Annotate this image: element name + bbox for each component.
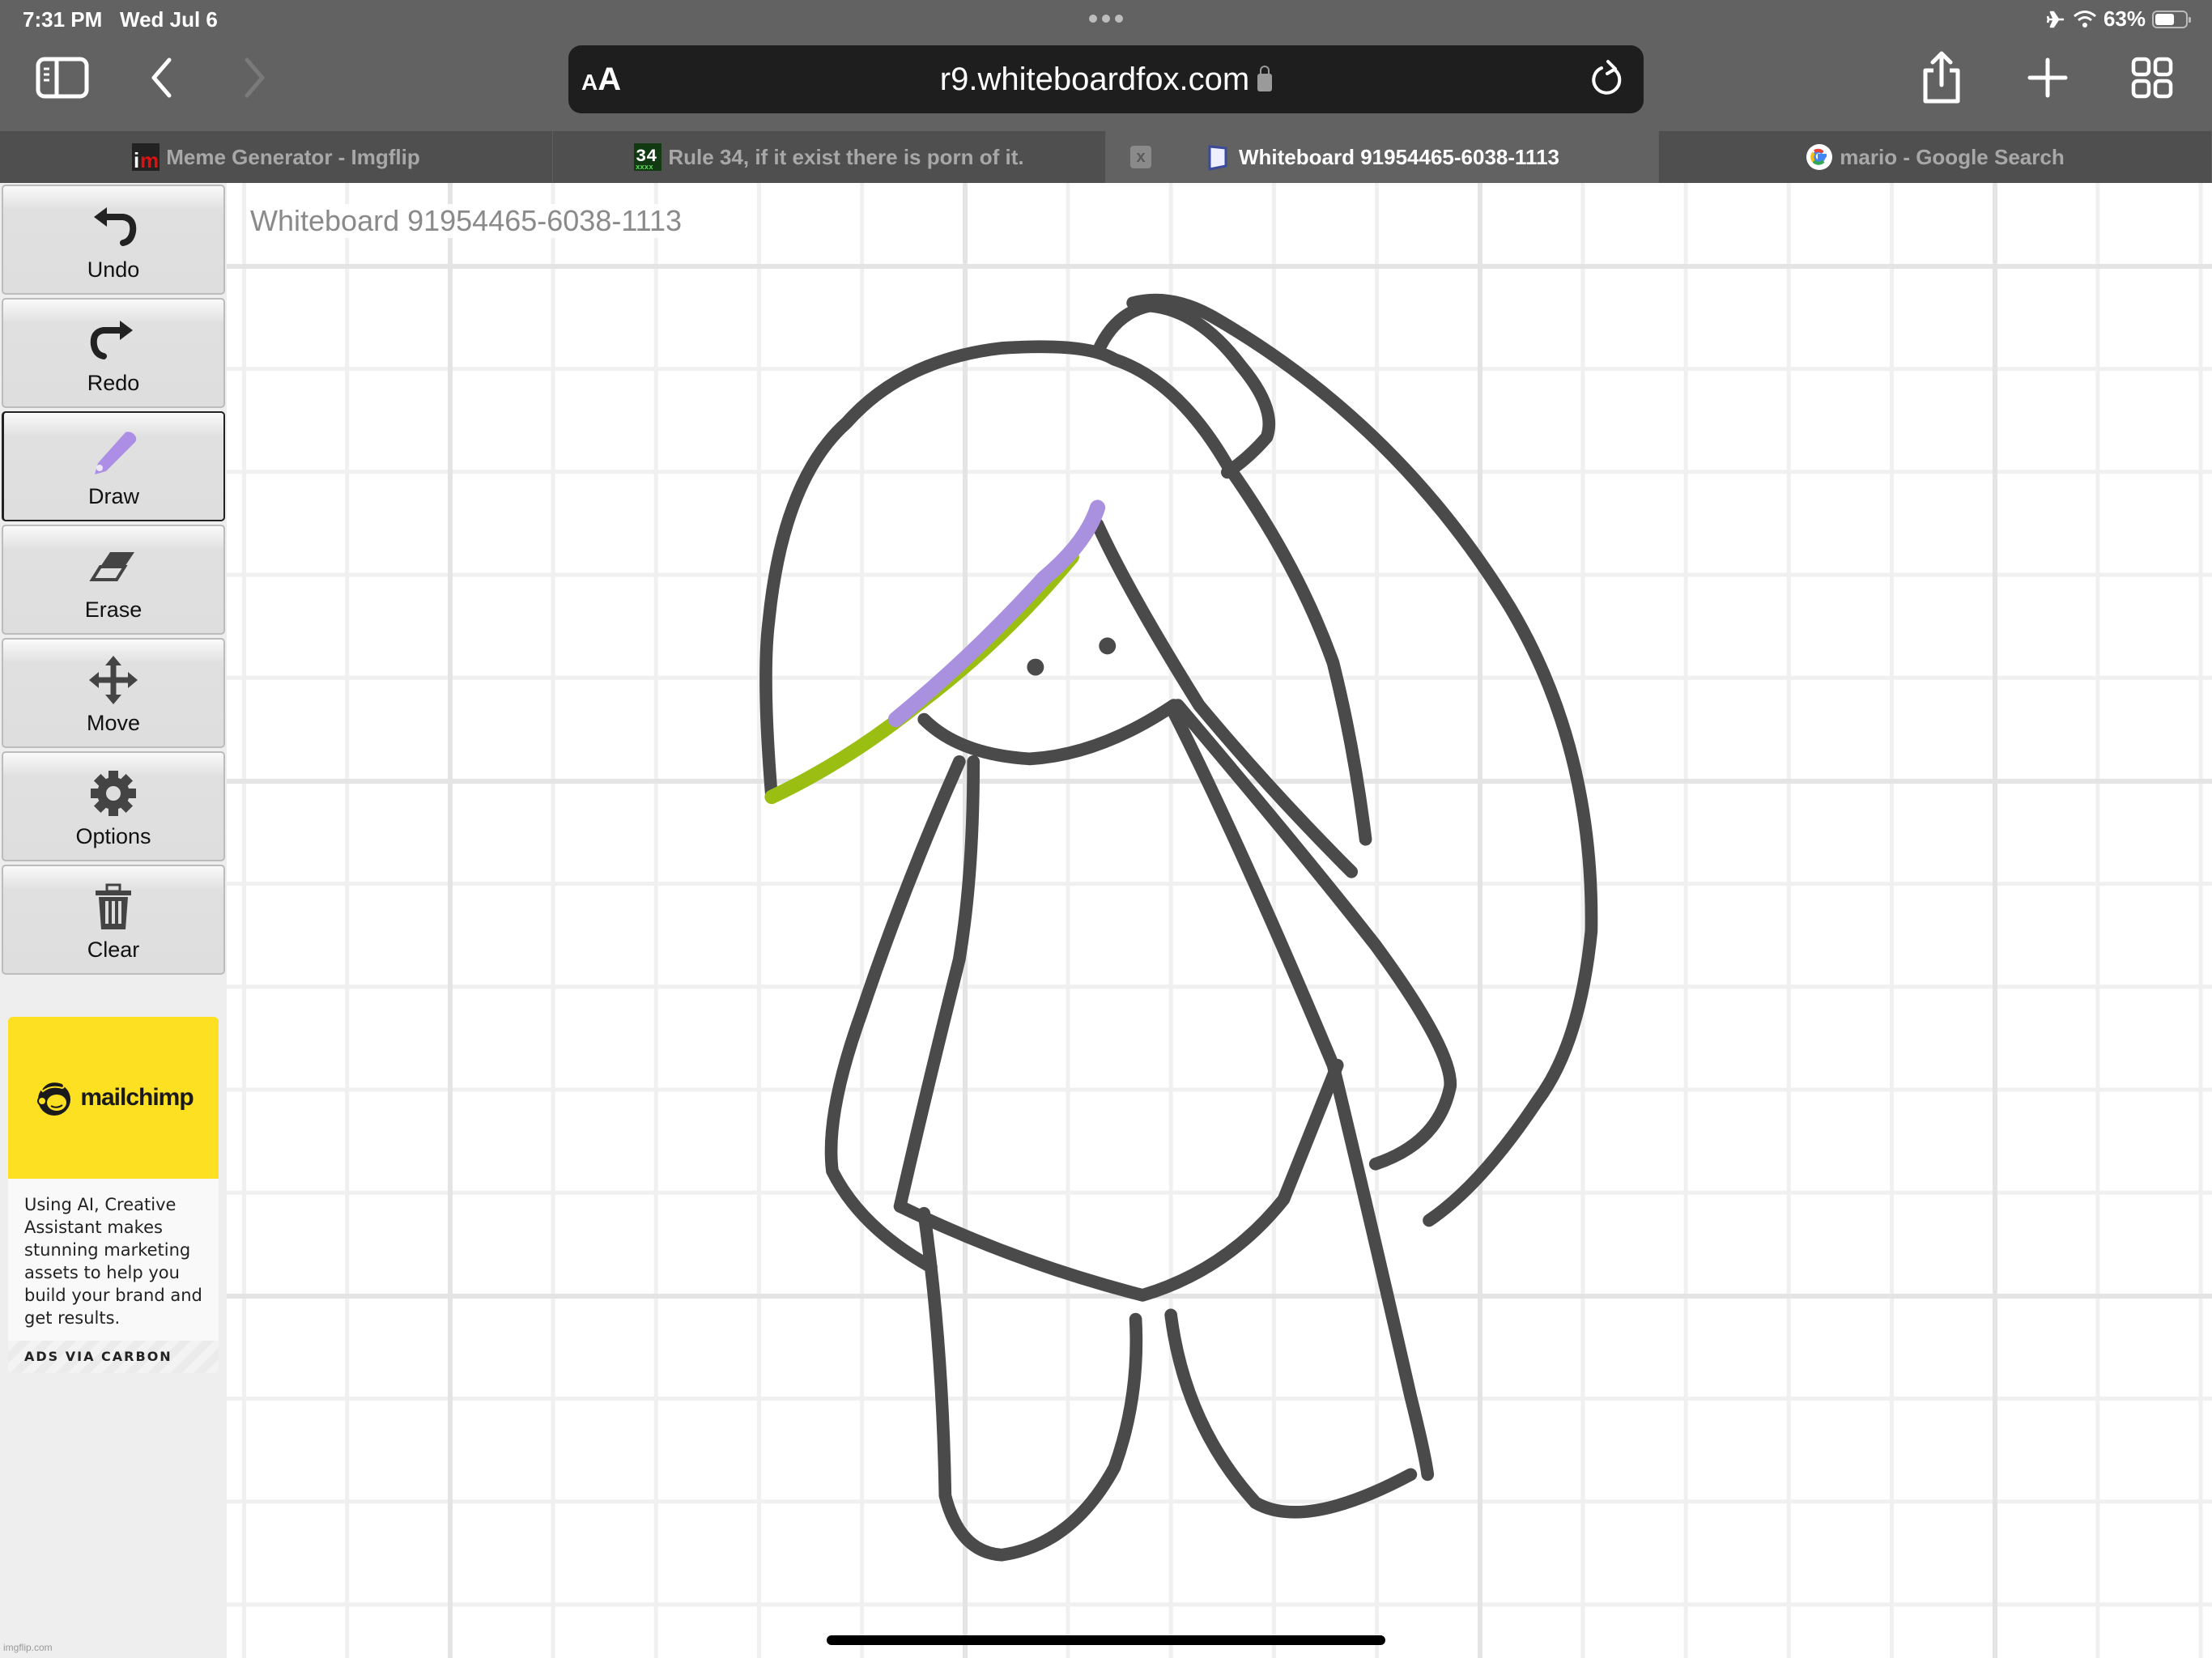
home-indicator[interactable] (827, 1635, 1385, 1645)
new-tab-button[interactable] (2027, 45, 2068, 110)
whiteboard-page: Whiteboard 91954465-6038-1113 Undo Redo … (0, 183, 2212, 1658)
carbon-ad[interactable]: mailchimp Using AI, Creative Assistant m… (8, 1017, 219, 1373)
imgflip-watermark: imgflip.com (3, 1642, 53, 1653)
battery-icon (2152, 10, 2191, 28)
eraser-icon (89, 552, 134, 581)
whiteboard-title: Whiteboard 91954465-6038-1113 (247, 204, 686, 238)
back-button[interactable] (149, 45, 173, 110)
tab-google-mario[interactable]: mario - Google Search (1659, 131, 2212, 183)
eye-left (1027, 658, 1044, 676)
whiteboard-favicon (1208, 145, 1227, 171)
stroke-hair-top (1108, 353, 1372, 846)
svg-text:i: i (134, 148, 139, 171)
status-bar: 7:31 PM Wed Jul 6 63% (0, 0, 2212, 37)
stroke-dress-hem (893, 1058, 1344, 1302)
svg-text:xxxx: xxxx (636, 164, 653, 171)
imgflip-favicon: im (132, 143, 160, 171)
drawing[interactable] (0, 183, 2212, 1658)
tab-rule34[interactable]: 34 xxxx Rule 34, if it exist there is por… (553, 131, 1106, 183)
ad-brand: mailchimp (80, 1084, 194, 1111)
sidebar-toggle-button[interactable] (36, 45, 89, 110)
erase-button[interactable]: Erase (2, 525, 225, 635)
tab-title: Meme Generator - Imgflip (166, 144, 420, 169)
status-time: 7:31 PM (23, 7, 103, 32)
browser-toolbar: AA r9.whiteboardfox.com (0, 37, 2212, 131)
move-icon (89, 656, 138, 704)
url-text: r9.whiteboardfox.com (939, 62, 1250, 97)
gear-icon (91, 771, 136, 816)
google-favicon (1806, 144, 1833, 170)
tab-title: mario - Google Search (1840, 144, 2065, 169)
stroke-chin (917, 699, 1180, 766)
ads-via-carbon-link[interactable]: ADS VIA CARBON (8, 1341, 219, 1373)
airplane-mode-icon (2046, 11, 2064, 28)
undo-icon (94, 207, 137, 246)
undo-button[interactable]: Undo (2, 185, 225, 295)
address-bar[interactable]: AA r9.whiteboardfox.com (568, 45, 1644, 113)
options-button[interactable]: Options (2, 751, 225, 861)
mailchimp-logo-icon (37, 1081, 71, 1116)
wifi-icon (2073, 10, 2096, 28)
forward-icon (245, 57, 265, 98)
reload-button[interactable] (1590, 58, 1626, 103)
trash-icon (96, 883, 131, 929)
share-icon (1923, 51, 1960, 104)
reload-icon (1592, 60, 1622, 95)
status-indicators: 63% (2045, 6, 2191, 32)
rule34-favicon: 34xxxx (634, 143, 662, 171)
tab-title: Rule 34, if it exist there is porn of it… (668, 144, 1024, 169)
eye-right (1099, 637, 1117, 655)
redo-button[interactable]: Redo (2, 298, 225, 408)
ad-banner[interactable]: mailchimp (8, 1017, 219, 1179)
multitasking-dots[interactable] (1089, 15, 1123, 23)
sidebar-icon (36, 57, 89, 99)
forward-button[interactable] (243, 45, 267, 110)
stroke-dress-right (1326, 1058, 1435, 1482)
stroke-leg-right (1164, 1308, 1418, 1519)
tab-imgflip[interactable]: im Meme Generator - Imgflip (0, 131, 553, 183)
tool-sidebar: Undo Redo Draw Erase Move Options Clear … (0, 183, 227, 1658)
stroke-bangs-purple (887, 500, 1106, 728)
pencil-icon (94, 432, 136, 474)
redo-icon (90, 321, 133, 359)
tab-title: Whiteboard 91954465-6038-1113 (1238, 144, 1560, 169)
ad-text[interactable]: Using AI, Creative Assistant makes stunn… (8, 1179, 219, 1329)
draw-button[interactable]: Draw (2, 411, 225, 521)
svg-text:m: m (140, 148, 159, 171)
stroke-arm-right (1172, 699, 1457, 1171)
tab-bar: im Meme Generator - Imgflip 34 xxxx Rule … (0, 131, 2212, 183)
new-tab-icon (2027, 57, 2068, 98)
battery-percent: 63% (2103, 6, 2146, 31)
ipad-screen: 7:31 PM Wed Jul 6 63% AA r9.whiteboardfo… (0, 0, 2212, 1658)
status-date: Wed Jul 6 (120, 7, 218, 32)
tab-overview-button[interactable] (2131, 45, 2173, 110)
lock-icon (1257, 66, 1273, 91)
move-button[interactable]: Move (2, 638, 225, 748)
tab-whiteboard[interactable]: x Whiteboard 91954465-6038-1113 (1106, 131, 1659, 183)
back-icon (151, 57, 172, 98)
clear-button[interactable]: Clear (2, 865, 225, 975)
close-tab-button[interactable]: x (1130, 146, 1151, 168)
share-button[interactable] (1921, 45, 1963, 110)
tab-overview-icon (2131, 57, 2173, 99)
